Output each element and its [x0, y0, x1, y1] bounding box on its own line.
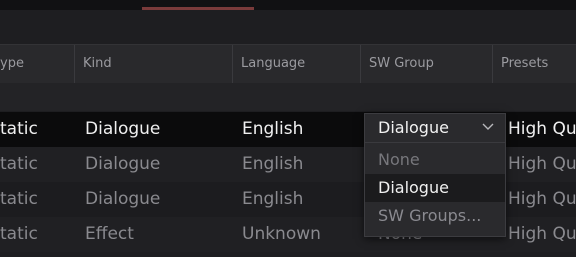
cell-type: tatic [0, 189, 38, 209]
cell-type: tatic [0, 154, 38, 174]
cell-kind: Dialogue [85, 189, 161, 209]
column-header-sw-group[interactable]: SW Group [360, 45, 492, 83]
cell-kind: Dialogue [85, 154, 161, 174]
cell-presets: High Qua [508, 154, 576, 174]
cell-type: tatic [0, 224, 38, 244]
dropdown-option-sw-groups[interactable]: SW Groups... [365, 202, 505, 230]
cell-presets: High Qua [508, 119, 576, 139]
sw-group-dropdown[interactable]: Dialogue None Dialogue SW Groups... [364, 113, 506, 237]
cell-language: Unknown [242, 224, 321, 244]
table-spacer [0, 83, 576, 111]
cell-language: English [242, 189, 304, 209]
cell-language: English [242, 154, 304, 174]
top-bar [0, 0, 576, 10]
dropdown-option-none[interactable]: None [365, 146, 505, 174]
cell-language: English [242, 119, 304, 139]
dropdown-selected-value[interactable]: Dialogue [365, 114, 505, 141]
chevron-down-icon[interactable] [481, 119, 495, 133]
column-header-language[interactable]: Language [232, 45, 360, 83]
cell-presets: High Qua [508, 189, 576, 209]
active-tab-indicator [142, 7, 254, 10]
column-header-kind[interactable]: Kind [74, 45, 232, 83]
cell-kind: Effect [85, 224, 134, 244]
column-header-type[interactable]: ype [0, 45, 74, 83]
dropdown-divider [365, 142, 505, 143]
table-header: ype Kind Language SW Group Presets [0, 44, 576, 84]
dropdown-option-dialogue[interactable]: Dialogue [365, 174, 505, 202]
cell-kind: Dialogue [85, 119, 161, 139]
cell-type: tatic [0, 119, 38, 139]
dropdown-selected-label: Dialogue [378, 118, 449, 137]
cell-presets: High Qua [508, 224, 576, 244]
column-header-presets[interactable]: Presets [492, 45, 576, 83]
